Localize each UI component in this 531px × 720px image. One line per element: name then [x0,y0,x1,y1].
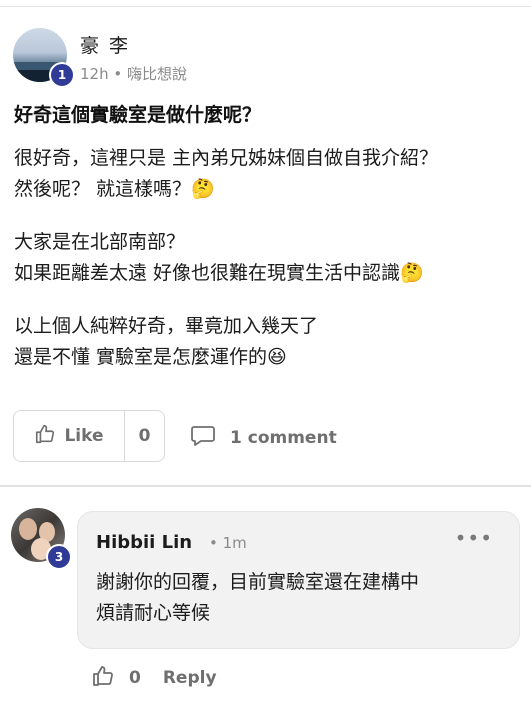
like-label: Like [64,426,104,446]
post-title: 好奇這個實驗室是做什麼呢？ [14,104,262,126]
post-line: 還是不懂 實驗室是怎麼運作的😆 [14,346,287,368]
comment-count-label: 1 comment [230,428,337,448]
post-line: 如果距離差太遠 好像也很難在現實生活中認識🤔 [14,262,424,284]
post-line: 然後呢？ 就這樣嗎？🤔 [14,178,215,200]
comment-actions: 0 Reply [91,664,217,692]
avatar-level-badge: 3 [46,544,72,570]
post-line: 以上個人純粹好奇，畢竟加入幾天了 [14,315,319,337]
thumbs-up-icon[interactable] [91,664,115,692]
comment-timestamp: 1m [222,534,247,552]
post-body: 很好奇，這裡只是 主內弟兄姊妹個自做自我介紹？ 然後呢？ 就這樣嗎？🤔 大家是在… [14,143,519,395]
post-paragraph: 很好奇，這裡只是 主內弟兄姊妹個自做自我介紹？ 然後呢？ 就這樣嗎？🤔 [14,143,519,205]
comment-author-name[interactable]: Hibbii Lin [96,532,192,553]
post-meta: 12h • 嗨比想說 [80,63,187,84]
post-line: 大家是在北部南部？ [14,231,186,253]
comment-text: 謝謝你的回覆，目前實驗室還在建構中 煩請耐心等候 [96,567,419,629]
comment-bubble: Hibbii Lin • 1m ••• 謝謝你的回覆，目前實驗室還在建構中 煩請… [77,511,520,649]
like-button[interactable]: Like [14,411,125,461]
like-count: 0 [138,426,151,446]
meta-separator: • [113,65,123,83]
comment-time: • 1m [209,534,247,552]
thumbs-up-icon [34,423,56,449]
reply-button[interactable]: Reply [163,668,217,688]
top-divider [0,6,531,7]
avatar-level-badge: 1 [49,62,75,88]
comment-like-count: 0 [129,668,141,688]
post-group[interactable]: 嗨比想說 [127,65,187,83]
post-author-name[interactable]: 豪 李 [80,31,130,58]
comment-line: 煩請耐心等候 [96,602,211,624]
comment-line: 謝謝你的回覆，目前實驗室還在建構中 [96,571,420,593]
like-control: Like 0 [13,410,165,462]
post-paragraph: 大家是在北部南部？ 如果距離差太遠 好像也很難在現實生活中認識🤔 [14,227,519,289]
comment-button[interactable]: 1 comment [190,424,337,452]
post-paragraph: 以上個人純粹好奇，畢竟加入幾天了 還是不懂 實驗室是怎麼運作的😆 [14,311,519,373]
section-divider [0,485,531,487]
post-line: 很好奇，這裡只是 主內弟兄姊妹個自做自我介紹？ [14,147,439,169]
comment-author-avatar[interactable]: 3 [11,508,73,570]
post-time: 12h [80,65,109,83]
post-author-avatar[interactable]: 1 [13,28,75,88]
comment-bubble-icon [190,424,216,452]
more-options-icon[interactable]: ••• [455,526,493,550]
meta-separator: • [209,534,218,552]
